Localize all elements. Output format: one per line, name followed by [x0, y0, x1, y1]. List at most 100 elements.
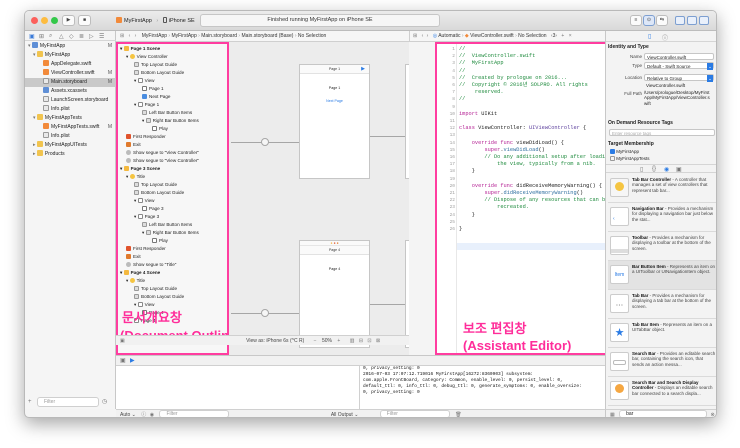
outline-item[interactable]: ▾ Right Bar Button Items: [118, 117, 227, 125]
storyboard-canvas[interactable]: Page 1 ▶ Page 1 Next Page ● ● ● Page 4 P…: [229, 42, 409, 355]
library-item[interactable]: Search Bar and Search Display Controller…: [608, 377, 716, 406]
minimize-window-button[interactable]: [41, 17, 48, 24]
tree-item-project[interactable]: ▾ MyFirstApp M: [25, 42, 116, 51]
pin-icon[interactable]: ⊡: [367, 338, 371, 344]
zoom-window-button[interactable]: [51, 17, 58, 24]
outline-item[interactable]: ▾ View Controller: [118, 53, 227, 61]
align-icon[interactable]: ⊟: [359, 338, 363, 344]
hide-debug-icon[interactable]: ▣: [120, 357, 126, 364]
breadcrumb-selection[interactable]: No Selection: [518, 33, 546, 39]
target-row[interactable]: MyFirstAppTests: [610, 156, 650, 161]
outline-item[interactable]: Show segue to "Title": [118, 261, 227, 269]
test-icon[interactable]: ◇: [69, 33, 74, 40]
tree-item-file[interactable]: MyFirstAppTests.swift M: [25, 123, 116, 132]
run-button[interactable]: ▶: [62, 15, 75, 26]
media-library-icon[interactable]: ▣: [676, 166, 682, 173]
console-output[interactable]: 0, privacy_setting: 0 2016-07-03 17:07:12…: [360, 366, 605, 409]
toggle-utilities-button[interactable]: [699, 16, 709, 25]
tree-item-file[interactable]: Info.plist: [25, 132, 116, 141]
tree-item-file[interactable]: LaunchScreen.storyboard: [25, 96, 116, 105]
back-icon[interactable]: ‹: [422, 33, 424, 39]
back-icon[interactable]: ‹: [129, 33, 131, 39]
breakpoints-icon[interactable]: ▶: [130, 357, 135, 364]
outline-toggle-icon[interactable]: ▣: [120, 338, 125, 344]
zoom-in-icon[interactable]: +: [337, 338, 340, 344]
target-row[interactable]: MyFirstApp: [610, 149, 639, 154]
outline-item[interactable]: ▾ Page 1: [118, 101, 227, 109]
eye-icon[interactable]: ◉: [150, 412, 154, 417]
outline-item[interactable]: Top Layout Guide: [118, 285, 227, 293]
stop-button[interactable]: ■: [78, 15, 91, 26]
checkbox-checked[interactable]: [610, 149, 615, 154]
tree-item-file-selected[interactable]: Main.storyboard M: [25, 78, 116, 87]
tree-item-group[interactable]: ▾ MyFirstAppTests: [25, 114, 116, 123]
file-inspector-icon[interactable]: ▯: [648, 33, 651, 40]
breadcrumb-item[interactable]: MyFirstApp: [142, 33, 167, 39]
variables-filter-input[interactable]: Filter: [159, 410, 230, 417]
library-item[interactable]: Search Bar - Provides an editable search…: [608, 348, 716, 377]
outline-item[interactable]: Bottom Layout Guide: [118, 69, 227, 77]
variables-view[interactable]: [116, 366, 360, 409]
navigator-filter-input[interactable]: Filter: [37, 397, 99, 407]
resolve-icon[interactable]: ⊠: [376, 338, 380, 344]
scheme-selector[interactable]: MyFirstApp › iPhone SE: [116, 16, 195, 26]
outline-item[interactable]: Left Bar Button Items: [118, 221, 227, 229]
close-window-button[interactable]: [31, 17, 38, 24]
standard-editor-button[interactable]: ≡: [630, 15, 642, 26]
library-search-input[interactable]: bar: [619, 410, 708, 417]
tree-item-group[interactable]: ▾ MyFirstApp: [25, 51, 116, 60]
library-item[interactable]: • • • Tab Bar - Provides a mechanism for…: [608, 290, 716, 319]
outline-item[interactable]: ▾ Right Bar Button Items: [118, 229, 227, 237]
add-icon[interactable]: +: [561, 33, 564, 39]
outline-item[interactable]: Exit: [118, 253, 227, 261]
outline-item[interactable]: Page 3: [118, 205, 227, 213]
outline-item[interactable]: ▾ View: [118, 197, 227, 205]
clear-icon[interactable]: ⊗: [711, 412, 715, 417]
scope-selector[interactable]: Auto ⌄: [120, 412, 136, 417]
symbol-icon[interactable]: ⊞: [39, 33, 44, 40]
breadcrumb-item[interactable]: Main.storyboard: [201, 33, 237, 39]
version-editor-button[interactable]: ⇆: [656, 15, 668, 26]
library-item[interactable]: Tab Bar Controller - A controller that m…: [608, 174, 716, 203]
outline-scene[interactable]: ▾ Page 3 Scene: [118, 165, 227, 173]
console-filter-input[interactable]: Filter: [379, 410, 450, 417]
outline-item[interactable]: First Responder: [118, 245, 227, 253]
play-icon[interactable]: ▶: [361, 65, 365, 74]
outline-item[interactable]: Bottom Layout Guide: [118, 293, 227, 301]
name-field[interactable]: ViewController.swift: [644, 53, 714, 60]
help-icon[interactable]: ⓘ: [662, 33, 668, 42]
object-library-icon[interactable]: ◉: [664, 166, 669, 173]
tree-item-file[interactable]: AppDelegate.swift: [25, 60, 116, 69]
zoom-out-icon[interactable]: −: [314, 338, 317, 344]
code-snippet-icon[interactable]: {}: [652, 166, 656, 172]
file-template-icon[interactable]: ▯: [640, 166, 643, 173]
checkbox[interactable]: [610, 156, 615, 161]
outline-item[interactable]: Bottom Layout Guide: [118, 189, 227, 197]
outline-item[interactable]: ▾ Title: [118, 277, 227, 285]
outline-scene[interactable]: ▾ Page 4 Scene: [118, 269, 227, 277]
outline-item[interactable]: Show segue to "View Controller": [118, 149, 227, 157]
library-item[interactable]: Toolbar - Provides a mechanism for displ…: [608, 232, 716, 261]
close-icon[interactable]: ×: [569, 33, 572, 39]
info-icon[interactable]: ⓘ: [141, 412, 146, 417]
outline-item[interactable]: Page 1: [118, 85, 227, 93]
scene-page-4[interactable]: ● ● ● Page 4 Page 4: [299, 240, 370, 348]
stack-icon[interactable]: ▥: [350, 338, 355, 344]
recent-files-icon[interactable]: ◷: [102, 398, 107, 405]
assistant-editor-button[interactable]: ⊙: [643, 15, 655, 26]
resource-tags-input[interactable]: Enter resource tags: [609, 129, 715, 136]
type-select[interactable]: Default - Swift Source ⌄: [644, 62, 714, 70]
outline-item[interactable]: Play: [118, 237, 227, 245]
library-item[interactable]: ★ Tab Bar Item - Represents an item on a…: [608, 319, 716, 348]
forward-icon[interactable]: ›: [135, 33, 137, 39]
tree-item-group[interactable]: ▸ MyFirstAppUITests: [25, 141, 116, 150]
outline-item[interactable]: Top Layout Guide: [118, 61, 227, 69]
view-as-button[interactable]: View as: iPhone 6s (^C R): [246, 338, 304, 344]
search-icon[interactable]: ⌕: [49, 33, 52, 40]
outline-item[interactable]: First Responder: [118, 133, 227, 141]
breakpoint-icon[interactable]: ▷: [89, 33, 94, 40]
toggle-navigator-button[interactable]: [675, 16, 685, 25]
debug-icon[interactable]: ≣: [79, 33, 84, 40]
forward-icon[interactable]: ›: [427, 33, 429, 39]
library-item[interactable]: ‹ Navigation Bar - Provides a mechanism …: [608, 203, 716, 232]
